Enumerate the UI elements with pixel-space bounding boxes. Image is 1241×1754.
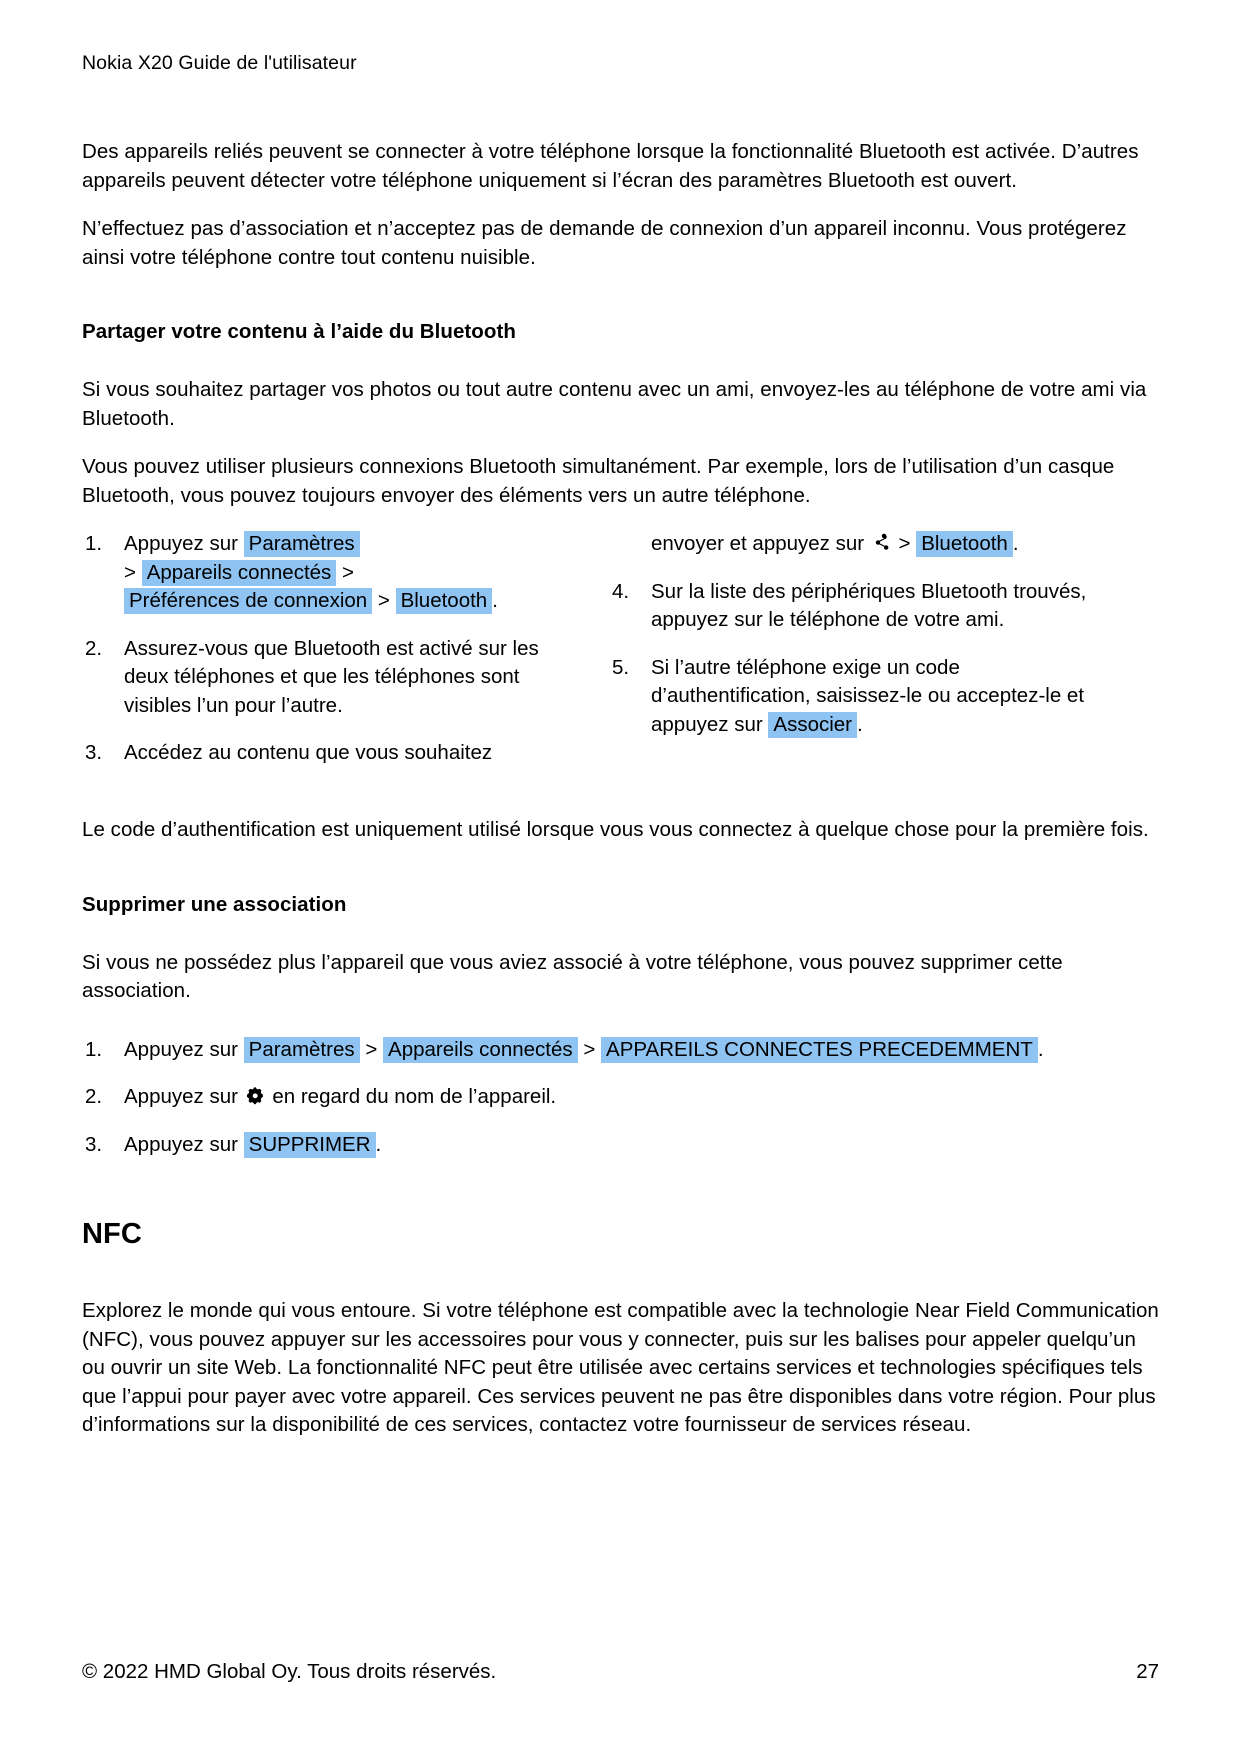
step1-tail: .: [492, 589, 498, 612]
page-footer: © 2022 HMD Global Oy. Tous droits réserv…: [82, 1658, 1159, 1685]
document-page: Nokia X20 Guide de l'utilisateur Des app…: [0, 0, 1241, 1754]
unpair-step1-sep-1: >: [365, 1037, 378, 1061]
list-item: Si l’autre téléphone exige un code d’aut…: [609, 654, 1109, 740]
unpair-paragraph-1: Si vous ne possédez plus l’appareil que …: [82, 950, 1063, 1003]
chip-bluetooth-share[interactable]: Bluetooth: [916, 531, 1013, 557]
gear-icon[interactable]: [246, 1086, 265, 1105]
unpair-step3-lead: Appuyez sur: [124, 1132, 238, 1156]
step3-continuation: envoyer et appuyez sur > Bluetooth.: [609, 530, 1109, 559]
list-item: Appuyez sur SUPPRIMER.: [82, 1131, 1159, 1160]
running-head: Nokia X20 Guide de l'utilisateur: [82, 52, 357, 74]
chip-appareils-connectes-unpair[interactable]: Appareils connectés: [383, 1036, 578, 1063]
share-steps-two-column: Appuyez sur Paramètres > Appareils conne…: [82, 530, 1159, 770]
steps-column-left: Appuyez sur Paramètres > Appareils conne…: [82, 530, 582, 768]
step5-text: Si l’autre téléphone exige un code d’aut…: [651, 655, 1085, 736]
list-item: Sur la liste des périphériques Bluetooth…: [612, 578, 1087, 632]
share-paragraph-1: Si vous souhaitez partager vos photos ou…: [82, 378, 1147, 430]
share-paragraph-after: Le code d’authentification est uniquemen…: [82, 818, 1149, 841]
nfc-section-heading: NFC: [82, 1218, 142, 1250]
unpair-steps-list: Appuyez sur Paramètres > Appareils conne…: [82, 1036, 1159, 1160]
page-content: Nokia X20 Guide de l'utilisateur Des app…: [82, 50, 1159, 1440]
unpair-step2-tail: en regard du nom de l’appareil.: [272, 1085, 557, 1108]
step3-text-part-2: envoyer et appuyez sur: [651, 532, 865, 555]
chip-associer[interactable]: Associer: [768, 711, 857, 738]
list-item: Assurez-vous que Bluetooth est activé su…: [85, 635, 539, 717]
unpair-step2-lead: Appuyez sur: [124, 1085, 238, 1108]
page-number: 27: [1136, 1660, 1159, 1683]
unpair-step3-tail: .: [375, 1132, 382, 1156]
unpair-step1-tail: .: [1037, 1037, 1044, 1061]
share-paragraph-2: Vous pouvez utiliser plusieurs connexion…: [82, 455, 1115, 507]
step3-tail: .: [1012, 532, 1019, 555]
step3-sep: >: [898, 532, 911, 555]
unpair-step1-sep-2: >: [583, 1037, 596, 1061]
step5-tail: .: [857, 712, 863, 736]
unpair-step1-lead: Appuyez sur: [124, 1037, 238, 1061]
list-item: Accédez au contenu que vous souhaitez: [85, 739, 493, 767]
intro-paragraph-2: N’effectuez pas d’association et n’accep…: [82, 217, 1127, 269]
share-steps-list-left: Appuyez sur Paramètres > Appareils conne…: [82, 530, 582, 768]
step1-sep-2: >: [342, 560, 354, 584]
chip-appareils-connectes[interactable]: Appareils connectés: [141, 559, 337, 586]
nfc-paragraph-1: Explorez le monde qui vous entoure. Si v…: [82, 1299, 1159, 1436]
step1-sep-3: >: [377, 589, 390, 612]
list-item: Appuyez sur en regard du nom de l’appare…: [82, 1083, 1159, 1112]
list-item: Appuyez sur Paramètres > Appareils conne…: [82, 530, 582, 616]
intro-paragraph-1: Des appareils reliés peuvent se connecte…: [82, 140, 1139, 192]
chip-parametres-unpair[interactable]: Paramètres: [243, 1036, 360, 1063]
chip-parametres[interactable]: Paramètres: [243, 531, 360, 557]
step1-lead: Appuyez sur: [124, 532, 238, 555]
copyright-notice: © 2022 HMD Global Oy. Tous droits réserv…: [82, 1660, 497, 1683]
chip-supprimer[interactable]: SUPPRIMER: [243, 1131, 376, 1158]
list-item: Appuyez sur Paramètres > Appareils conne…: [82, 1036, 1159, 1065]
chip-preferences-de-connexion[interactable]: Préférences de connexion: [124, 588, 373, 614]
share-steps-list-right: Sur la liste des périphériques Bluetooth…: [609, 578, 1109, 740]
chip-bluetooth[interactable]: Bluetooth: [395, 588, 493, 614]
chip-appareils-connectes-precedemment[interactable]: APPAREILS CONNECTES PRECEDEMMENT: [601, 1036, 1038, 1063]
unpair-section-heading: Supprimer une association: [82, 892, 347, 916]
steps-column-right: envoyer et appuyez sur > Bluetooth. Sur …: [609, 530, 1109, 739]
step1-sep-1: >: [124, 560, 136, 584]
share-section-heading: Partager votre contenu à l’aide du Bluet…: [82, 320, 516, 343]
share-icon[interactable]: [872, 533, 891, 552]
